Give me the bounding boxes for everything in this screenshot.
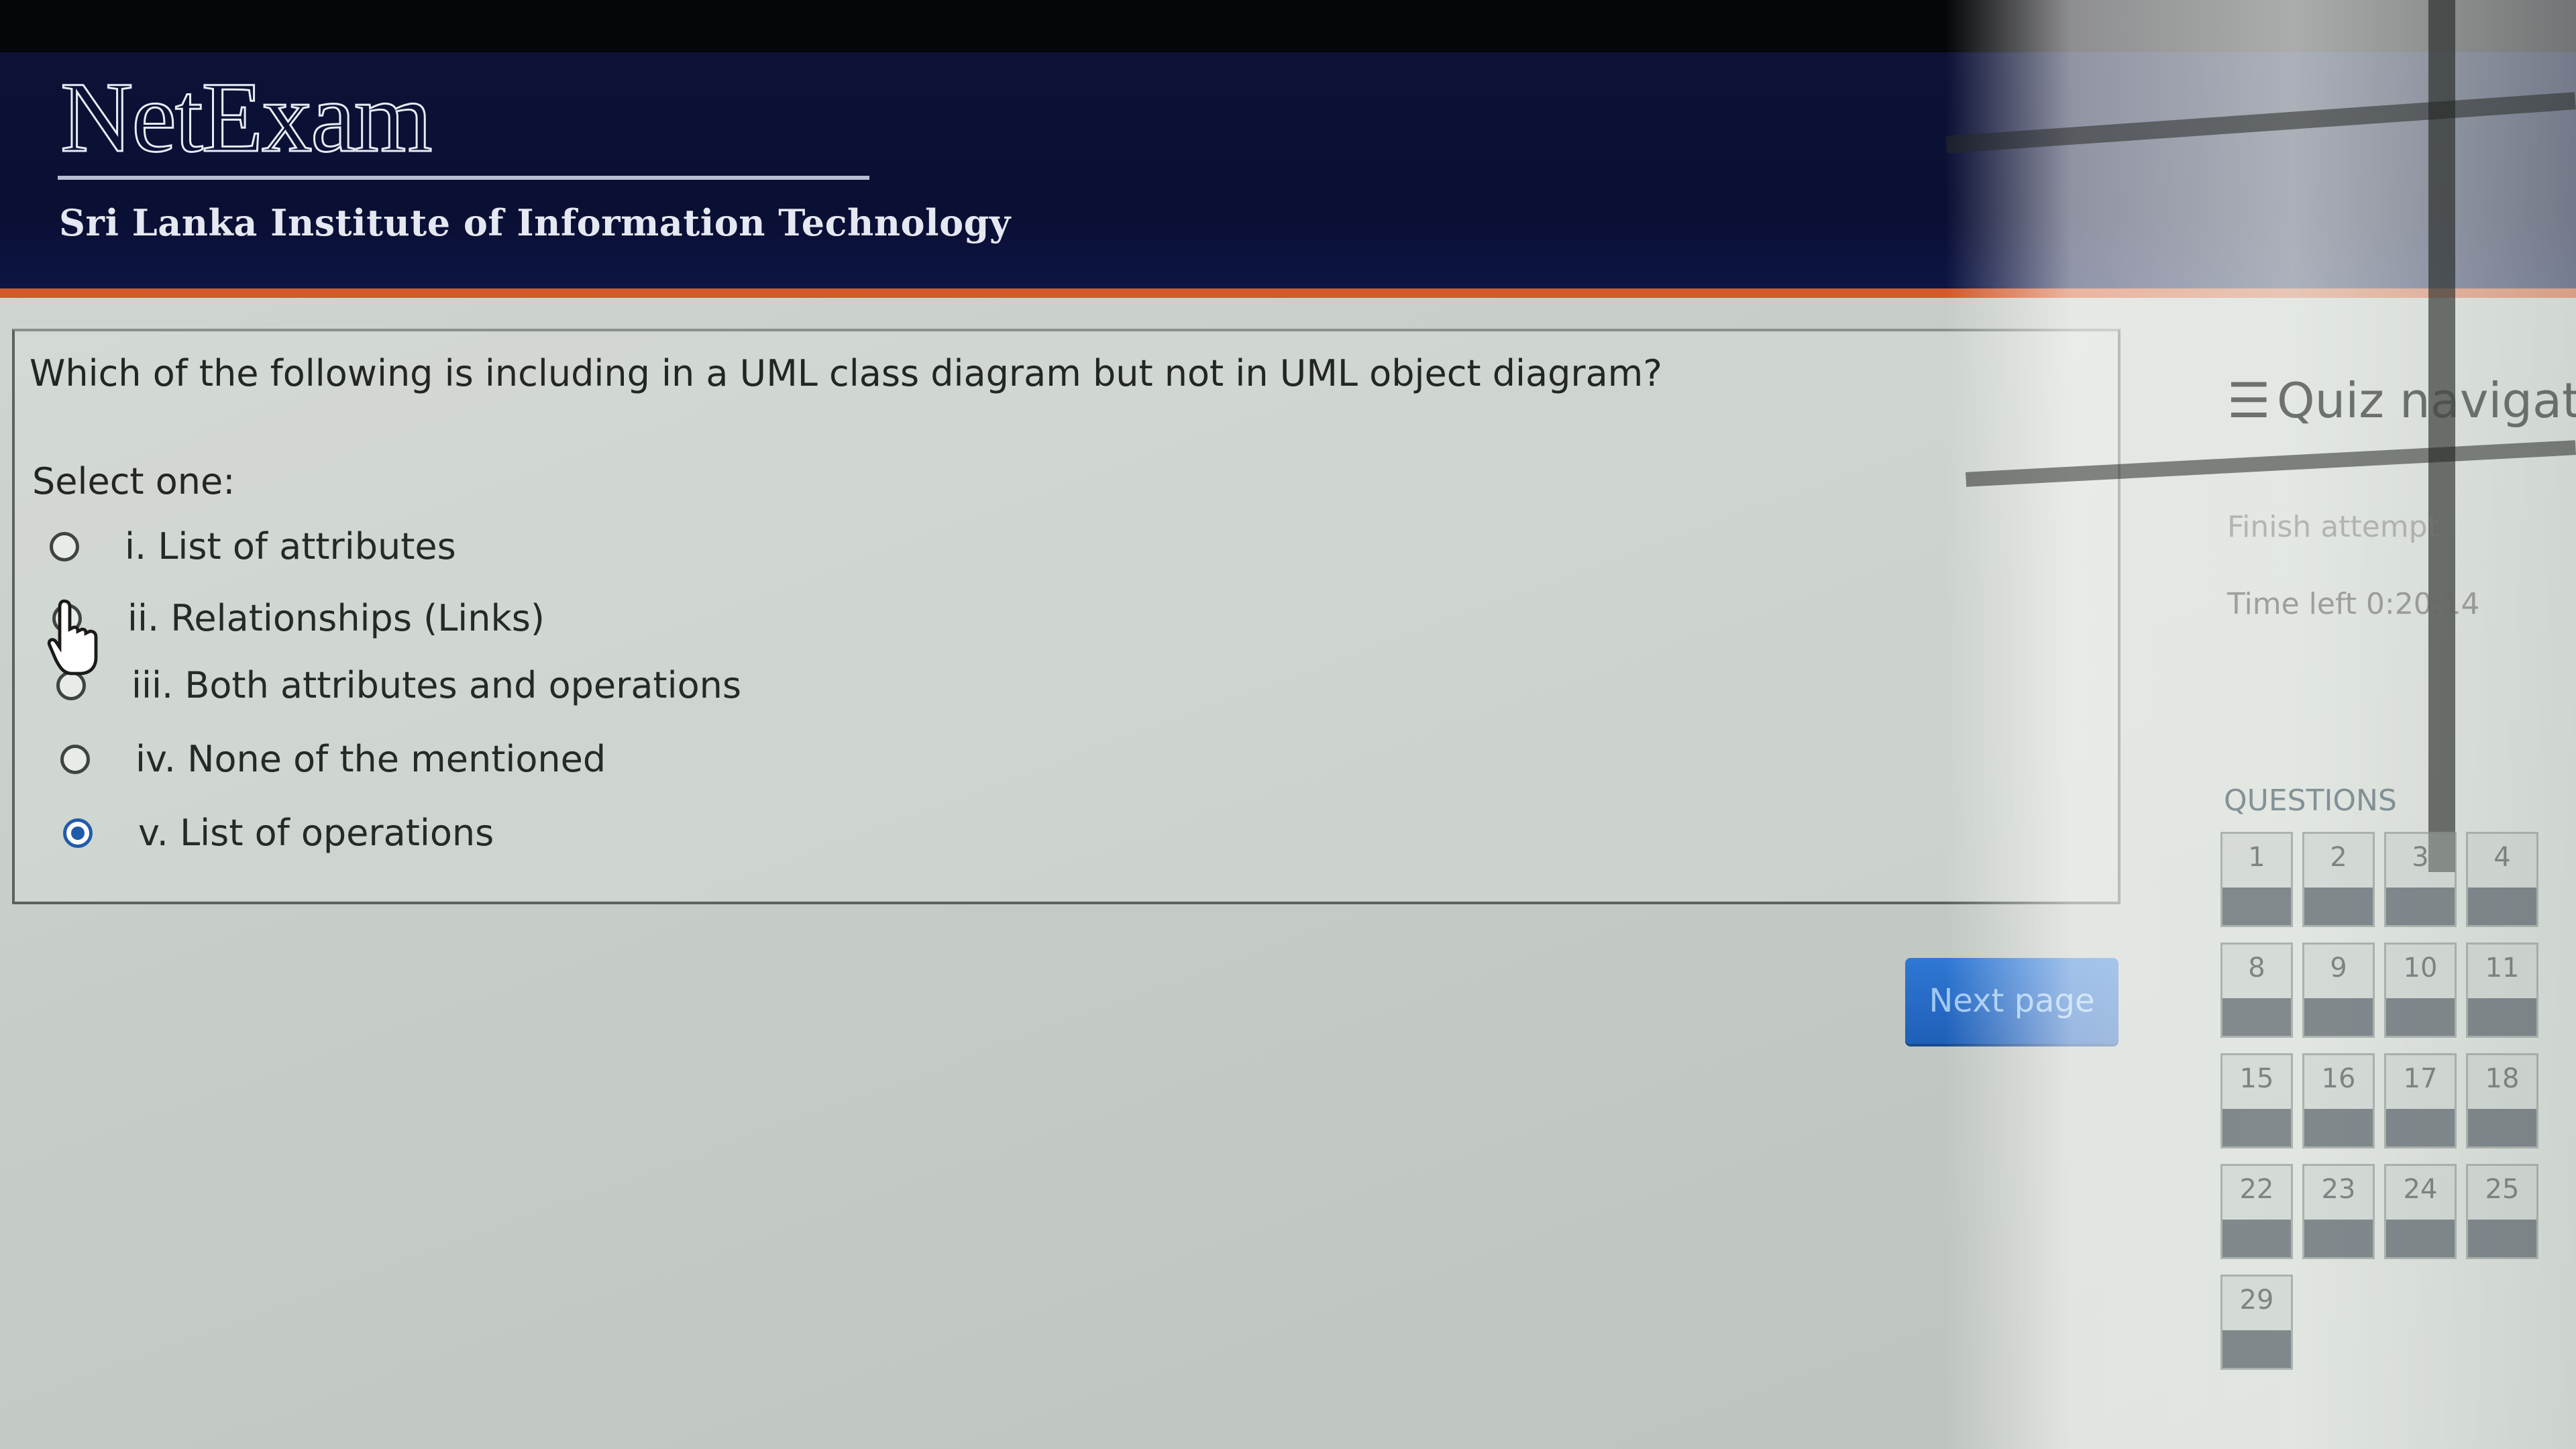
question-status-bar bbox=[2468, 998, 2536, 1036]
logo-divider bbox=[58, 176, 869, 180]
question-status-bar bbox=[2222, 888, 2291, 925]
answer-option-label: i. List of attributes bbox=[125, 525, 456, 568]
question-status-bar bbox=[2386, 888, 2455, 925]
question-text: Which of the following is including in a… bbox=[30, 352, 1662, 394]
question-status-bar bbox=[2222, 1220, 2291, 1257]
question-status-bar bbox=[2304, 1109, 2373, 1146]
answer-option-v[interactable]: v. List of operations bbox=[63, 812, 494, 854]
question-nav-cell[interactable]: 22 bbox=[2220, 1164, 2293, 1259]
question-nav-cell[interactable]: 3 bbox=[2384, 832, 2457, 927]
institution-name: Sri Lanka Institute of Information Techn… bbox=[59, 201, 1011, 244]
exam-page: NetExam Sri Lanka Institute of Informati… bbox=[0, 0, 2576, 1449]
question-number: 16 bbox=[2321, 1063, 2356, 1094]
question-number: 29 bbox=[2239, 1285, 2274, 1316]
question-status-bar bbox=[2304, 998, 2373, 1036]
question-status-bar bbox=[2222, 998, 2291, 1036]
question-number: 11 bbox=[2485, 953, 2520, 983]
question-status-bar bbox=[2386, 998, 2455, 1036]
answer-option-iv[interactable]: iv. None of the mentioned bbox=[60, 738, 606, 780]
question-number: 9 bbox=[2330, 953, 2347, 983]
question-status-bar bbox=[2386, 1109, 2455, 1146]
quiz-navigation-label: Quiz navigation bbox=[2277, 372, 2576, 429]
answer-option-label: ii. Relationships (Links) bbox=[127, 597, 545, 639]
answer-option-label: iii. Both attributes and operations bbox=[131, 664, 741, 706]
radio-button-selected[interactable] bbox=[63, 818, 93, 848]
answer-option-ii[interactable]: ii. Relationships (Links) bbox=[52, 597, 545, 639]
question-nav-cell[interactable]: 8 bbox=[2220, 943, 2293, 1038]
question-nav-cell[interactable]: 23 bbox=[2302, 1164, 2375, 1259]
answer-option-iii[interactable]: iii. Both attributes and operations bbox=[56, 664, 741, 706]
question-number: 2 bbox=[2330, 842, 2347, 873]
question-nav-cell[interactable]: 11 bbox=[2466, 943, 2538, 1038]
answer-option-i[interactable]: i. List of attributes bbox=[50, 525, 456, 568]
question-nav-cell[interactable]: 15 bbox=[2220, 1053, 2293, 1148]
question-nav-cell[interactable]: 17 bbox=[2384, 1053, 2457, 1148]
question-nav-cell[interactable]: 25 bbox=[2466, 1164, 2538, 1259]
question-number: 4 bbox=[2493, 842, 2511, 873]
netexam-logo[interactable]: NetExam bbox=[59, 66, 433, 169]
question-nav-cell[interactable]: 16 bbox=[2302, 1053, 2375, 1148]
question-nav-cell[interactable]: 10 bbox=[2384, 943, 2457, 1038]
finish-attempt-link[interactable]: Finish attempt bbox=[2227, 510, 2439, 544]
menu-icon[interactable]: ☰ bbox=[2227, 372, 2271, 429]
question-status-bar bbox=[2386, 1220, 2455, 1257]
question-number: 15 bbox=[2239, 1063, 2274, 1094]
question-nav-cell[interactable]: 18 bbox=[2466, 1053, 2538, 1148]
quiz-navigation-title: ☰Quiz navigation bbox=[2227, 372, 2576, 429]
select-one-label: Select one: bbox=[32, 460, 235, 502]
answer-option-label: v. List of operations bbox=[138, 812, 494, 854]
question-status-bar bbox=[2304, 1220, 2373, 1257]
question-status-bar bbox=[2304, 888, 2373, 925]
time-left: Time left 0:20:14 bbox=[2227, 587, 2480, 621]
question-nav-cell[interactable]: 4 bbox=[2466, 832, 2538, 927]
radio-button[interactable] bbox=[50, 531, 79, 561]
question-number: 8 bbox=[2248, 953, 2265, 983]
question-number: 18 bbox=[2485, 1063, 2520, 1094]
radio-button[interactable] bbox=[60, 744, 90, 774]
question-number: 17 bbox=[2403, 1063, 2438, 1094]
question-number: 23 bbox=[2321, 1174, 2356, 1205]
question-nav-cell[interactable]: 2 bbox=[2302, 832, 2375, 927]
question-nav-cell[interactable]: 1 bbox=[2220, 832, 2293, 927]
question-number: 25 bbox=[2485, 1174, 2520, 1205]
question-number: 22 bbox=[2239, 1174, 2274, 1205]
hand-pointer-cursor-icon bbox=[47, 599, 98, 676]
question-nav-cell[interactable]: 29 bbox=[2220, 1275, 2293, 1370]
question-number: 24 bbox=[2403, 1174, 2438, 1205]
question-nav-cell[interactable]: 9 bbox=[2302, 943, 2375, 1038]
question-number: 1 bbox=[2248, 842, 2265, 873]
questions-label: QUESTIONS bbox=[2224, 784, 2397, 818]
question-status-bar bbox=[2222, 1330, 2291, 1368]
question-status-bar bbox=[2222, 1109, 2291, 1146]
question-status-bar bbox=[2468, 1109, 2536, 1146]
question-number: 10 bbox=[2403, 953, 2438, 983]
question-nav-cell[interactable]: 24 bbox=[2384, 1164, 2457, 1259]
answer-option-label: iv. None of the mentioned bbox=[136, 738, 606, 780]
question-number: 3 bbox=[2412, 842, 2429, 873]
question-status-bar bbox=[2468, 888, 2536, 925]
question-status-bar bbox=[2468, 1220, 2536, 1257]
window-frame-reflection bbox=[2428, 0, 2455, 872]
